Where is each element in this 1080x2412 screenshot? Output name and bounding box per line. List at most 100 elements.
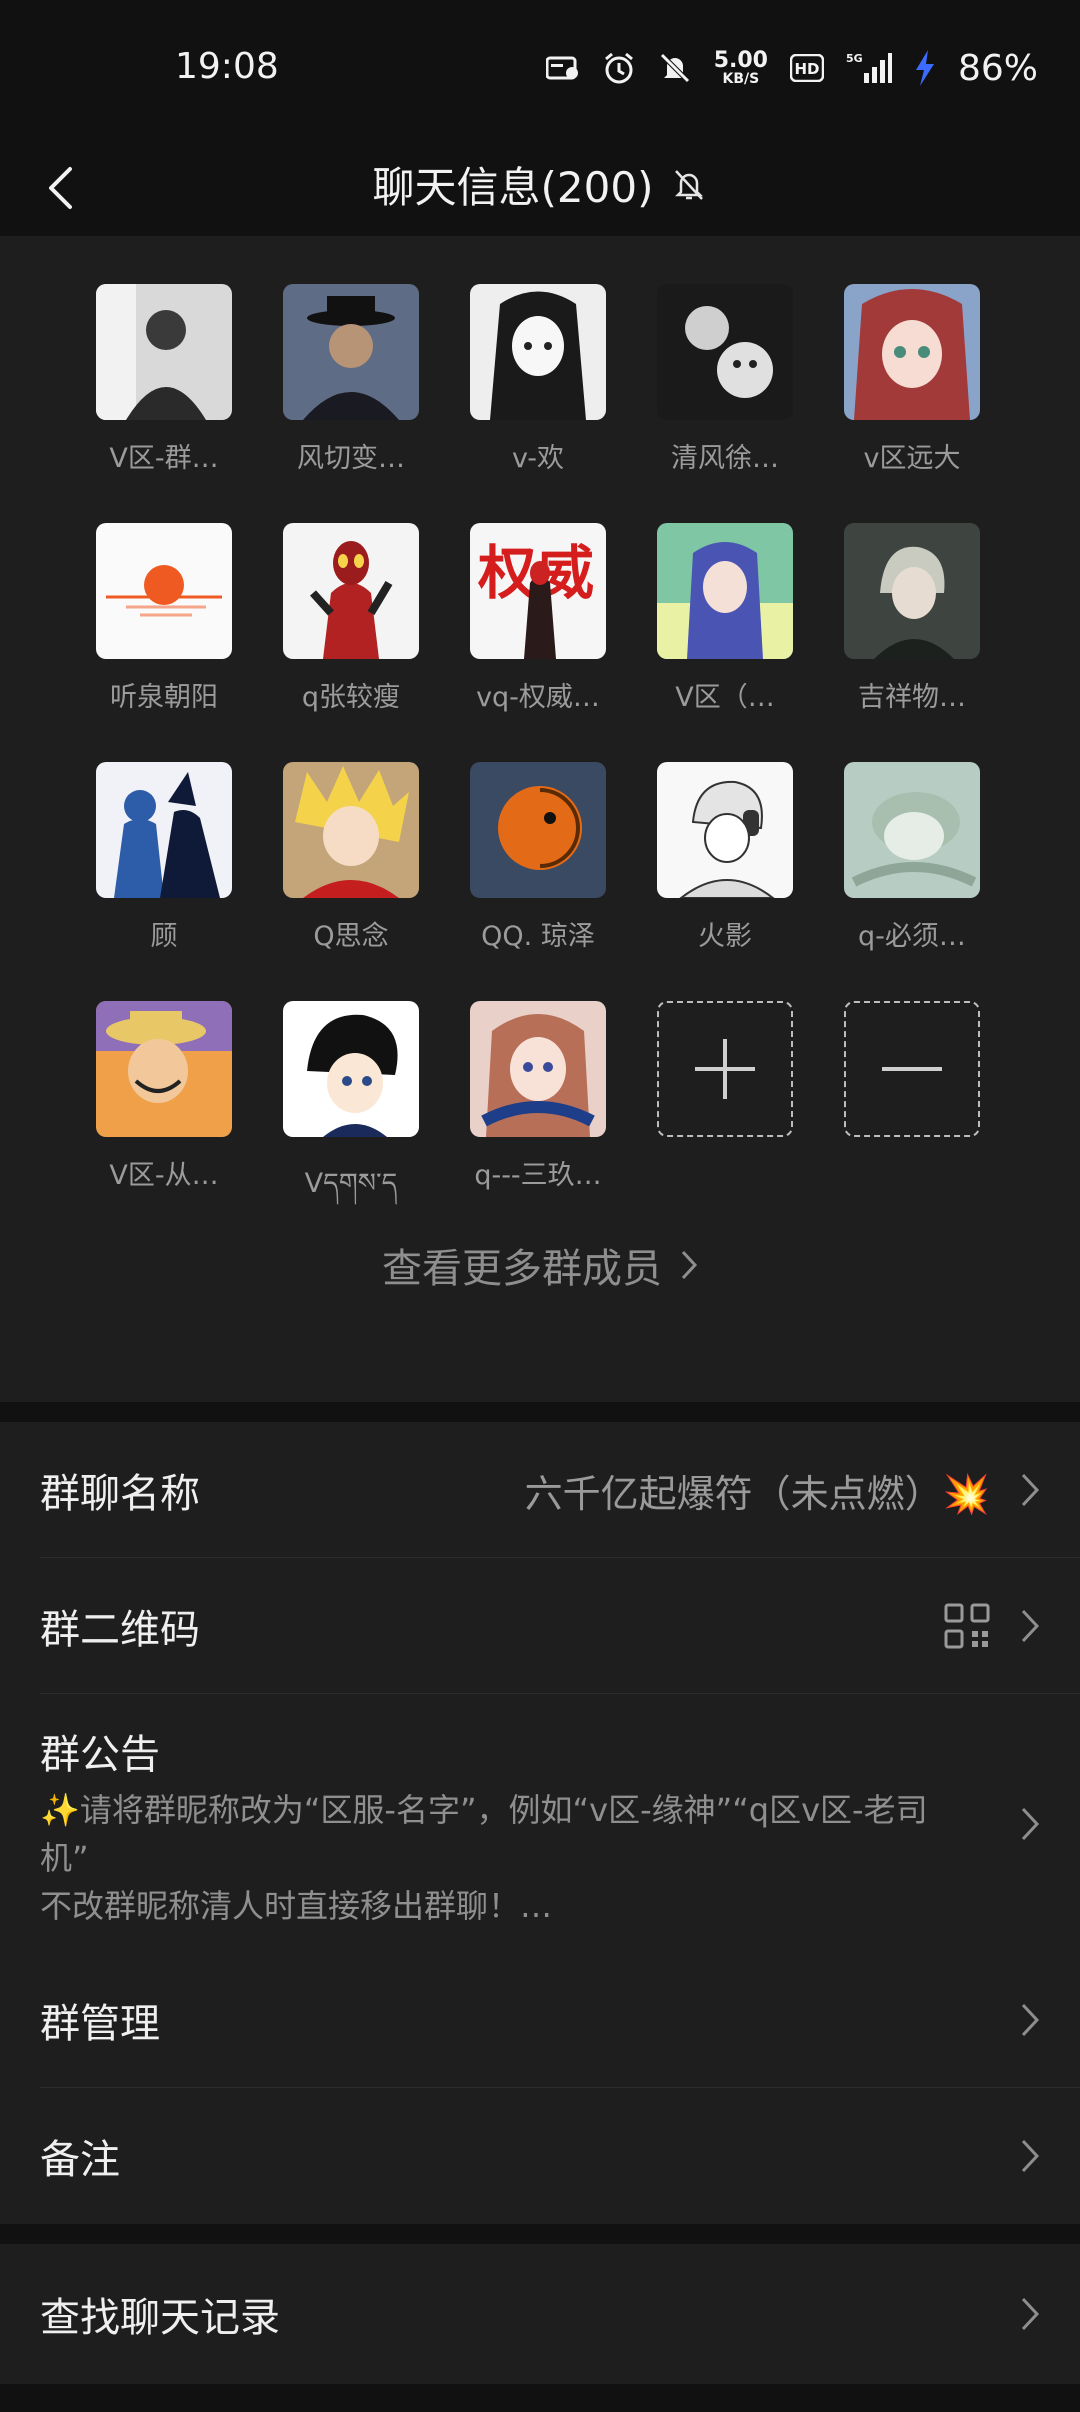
- member-item[interactable]: 听泉朝阳: [96, 523, 232, 714]
- remove-member-button[interactable]: [844, 1001, 980, 1229]
- group-manage-row[interactable]: 群管理: [0, 1952, 1080, 2088]
- members-panel: V区-群… 风切变… v-欢 清风徐… v区远大听泉朝阳 q张较瘦 权威 vq-权威… V区（……: [0, 236, 1080, 1402]
- status-bar: 19:08 5.00 KB/S HD 5G 86%: [0, 0, 1080, 140]
- chevron-right-icon: [1021, 1609, 1040, 1643]
- member-name: v-欢: [512, 443, 564, 474]
- network-speed: 5.00 KB/S: [713, 48, 768, 87]
- alarm-icon: [602, 51, 636, 85]
- member-avatar: [657, 523, 793, 659]
- view-more-members-label: 查看更多群成员: [382, 1246, 662, 1292]
- settings-list: 群聊名称 六千亿起爆符（未点燃）💥 群二维码 群公告 ✨请将群昵称改为“区服-名…: [0, 1402, 1080, 2384]
- member-item[interactable]: q-必须…: [844, 762, 980, 953]
- member-avatar: [283, 1001, 419, 1137]
- plus-icon: [657, 1001, 793, 1137]
- member-name: 风切变…: [297, 443, 405, 474]
- group-manage-label: 群管理: [40, 2001, 160, 2047]
- chevron-right-icon: [1021, 2139, 1040, 2173]
- member-name: v区远大: [863, 443, 961, 474]
- qr-code-icon: [944, 1603, 990, 1649]
- search-history-label: 查找聊天记录: [40, 2295, 280, 2341]
- member-item[interactable]: 清风徐…: [657, 284, 793, 475]
- member-name: Q思念: [313, 921, 389, 952]
- group-notice-label: 群公告: [40, 1732, 160, 1778]
- group-name-row[interactable]: 群聊名称 六千亿起爆符（未点燃）💥: [0, 1422, 1080, 1558]
- search-history-row[interactable]: 查找聊天记录: [0, 2244, 1080, 2384]
- battery-level: 86%: [957, 47, 1038, 89]
- member-item[interactable]: V区-群…: [96, 284, 232, 475]
- member-item[interactable]: Q思念: [283, 762, 419, 953]
- group-name-label: 群聊名称: [40, 1471, 200, 1517]
- remark-row[interactable]: 备注: [0, 2088, 1080, 2224]
- section-separator: [0, 1402, 1080, 1422]
- svg-text:HD: HD: [794, 60, 819, 78]
- title-bar: 聊天信息(200): [0, 140, 1080, 236]
- page-title: 聊天信息(200): [372, 163, 654, 212]
- group-name-value: 六千亿起爆符（未点燃）💥: [524, 1471, 990, 1516]
- member-avatar: [470, 1001, 606, 1137]
- member-name: 听泉朝阳: [110, 682, 218, 713]
- remark-label: 备注: [40, 2137, 120, 2183]
- member-name: q-必须…: [858, 921, 966, 952]
- member-avatar: [844, 523, 980, 659]
- notice-line-1: ✨请将群昵称改为“区服-名字”，例如“v区-缘神”“q区v区-老司机”: [40, 1791, 928, 1877]
- member-name: V区（…: [675, 682, 775, 713]
- member-avatar: [657, 284, 793, 420]
- member-avatar: [470, 762, 606, 898]
- member-item[interactable]: 吉祥物…: [844, 523, 980, 714]
- member-item[interactable]: q---三玖…: [470, 1001, 606, 1229]
- member-item[interactable]: v-欢: [470, 284, 606, 475]
- member-name: 清风徐…: [671, 443, 779, 474]
- chevron-right-icon: [1021, 1473, 1040, 1507]
- member-item[interactable]: v区远大: [844, 284, 980, 475]
- member-item[interactable]: Vདགས་ད: [283, 1001, 419, 1229]
- view-more-members-button[interactable]: 查看更多群成员: [0, 1236, 1080, 1294]
- chevron-right-icon: [1021, 2297, 1040, 2331]
- member-item[interactable]: QQ. 琼泽: [470, 762, 606, 953]
- member-avatar: [844, 284, 980, 420]
- section-separator: [0, 2224, 1080, 2244]
- member-item[interactable]: V区（…: [657, 523, 793, 714]
- member-name: 火影: [698, 921, 752, 952]
- chevron-right-icon: [1021, 1807, 1040, 1841]
- charging-icon: [914, 50, 936, 86]
- group-notice-row[interactable]: 群公告 ✨请将群昵称改为“区服-名字”，例如“v区-缘神”“q区v区-老司机” …: [0, 1694, 1080, 1952]
- member-avatar: [844, 762, 980, 898]
- member-name: QQ. 琼泽: [481, 921, 595, 952]
- hd-icon: HD: [789, 51, 824, 85]
- member-item[interactable]: 顾: [96, 762, 232, 953]
- member-item[interactable]: 风切变…: [283, 284, 419, 475]
- member-avatar: [96, 1001, 232, 1137]
- muted-bell-icon: [671, 167, 707, 203]
- member-avatar: [657, 762, 793, 898]
- add-member-button[interactable]: [657, 1001, 793, 1229]
- signal-icon: 5G: [846, 51, 892, 85]
- mute-notification-icon: [658, 51, 692, 85]
- status-icons: 5.00 KB/S HD 5G 86%: [545, 40, 1038, 96]
- minus-icon: [844, 1001, 980, 1137]
- member-avatar: 权威: [470, 523, 606, 659]
- chevron-right-icon: [1021, 2003, 1040, 2037]
- member-name: q张较瘦: [301, 682, 401, 713]
- card-icon: [545, 51, 580, 85]
- member-item[interactable]: 权威 vq-权威…: [470, 523, 606, 714]
- member-name: vq-权威…: [476, 682, 600, 713]
- member-avatar: [283, 284, 419, 420]
- member-avatar: [283, 762, 419, 898]
- member-grid: V区-群… 风切变… v-欢 清风徐… v区远大听泉朝阳 q张较瘦 权威 vq-权威… V区（……: [96, 284, 996, 1229]
- group-notice-text: ✨请将群昵称改为“区服-名字”，例如“v区-缘神”“q区v区-老司机” 不改群昵…: [40, 1786, 940, 1930]
- member-name: V区-群…: [109, 443, 219, 474]
- member-name: q---三玖…: [474, 1160, 602, 1191]
- member-item[interactable]: q张较瘦: [283, 523, 419, 714]
- member-avatar: [96, 284, 232, 420]
- member-name: Vདགས་ད: [304, 1168, 398, 1199]
- notice-line-2: 不改群昵称清人时直接移出群聊！…: [40, 1887, 553, 1925]
- member-name: 吉祥物…: [858, 682, 966, 713]
- status-time: 19:08: [175, 46, 279, 87]
- svg-text:5G: 5G: [846, 52, 863, 65]
- member-item[interactable]: 火影: [657, 762, 793, 953]
- member-avatar: [96, 523, 232, 659]
- member-avatar: [283, 523, 419, 659]
- member-item[interactable]: V区-从…: [96, 1001, 232, 1229]
- group-qr-row[interactable]: 群二维码: [0, 1558, 1080, 1694]
- member-name: 顾: [150, 921, 178, 952]
